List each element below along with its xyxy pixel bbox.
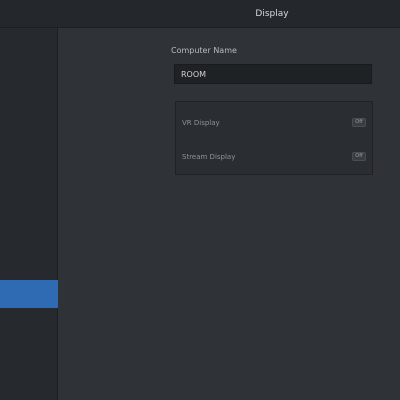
sidebar (0, 28, 58, 400)
computer-name-label: Computer Name (171, 46, 237, 55)
sidebar-item-selected[interactable] (0, 280, 58, 308)
stream-display-label: Stream Display (182, 153, 236, 161)
vr-display-row: VR Display Off (176, 110, 372, 136)
window-title: Display (255, 9, 289, 19)
computer-name-input[interactable] (174, 64, 372, 84)
app-window: Display Computer Name VR Display Off Str… (0, 0, 400, 400)
vr-display-label: VR Display (182, 119, 220, 127)
stream-display-row: Stream Display Off (176, 144, 372, 170)
stream-display-toggle[interactable]: Off (352, 152, 366, 161)
sidebar-item[interactable] (0, 225, 58, 251)
title-bar: Display (0, 0, 400, 28)
display-options-panel: VR Display Off Stream Display Off (175, 101, 373, 175)
sidebar-item[interactable] (0, 197, 58, 223)
vr-display-toggle[interactable]: Off (352, 118, 366, 127)
titlebar-left-area (0, 0, 60, 28)
settings-content: Computer Name VR Display Off Stream Disp… (58, 28, 400, 400)
